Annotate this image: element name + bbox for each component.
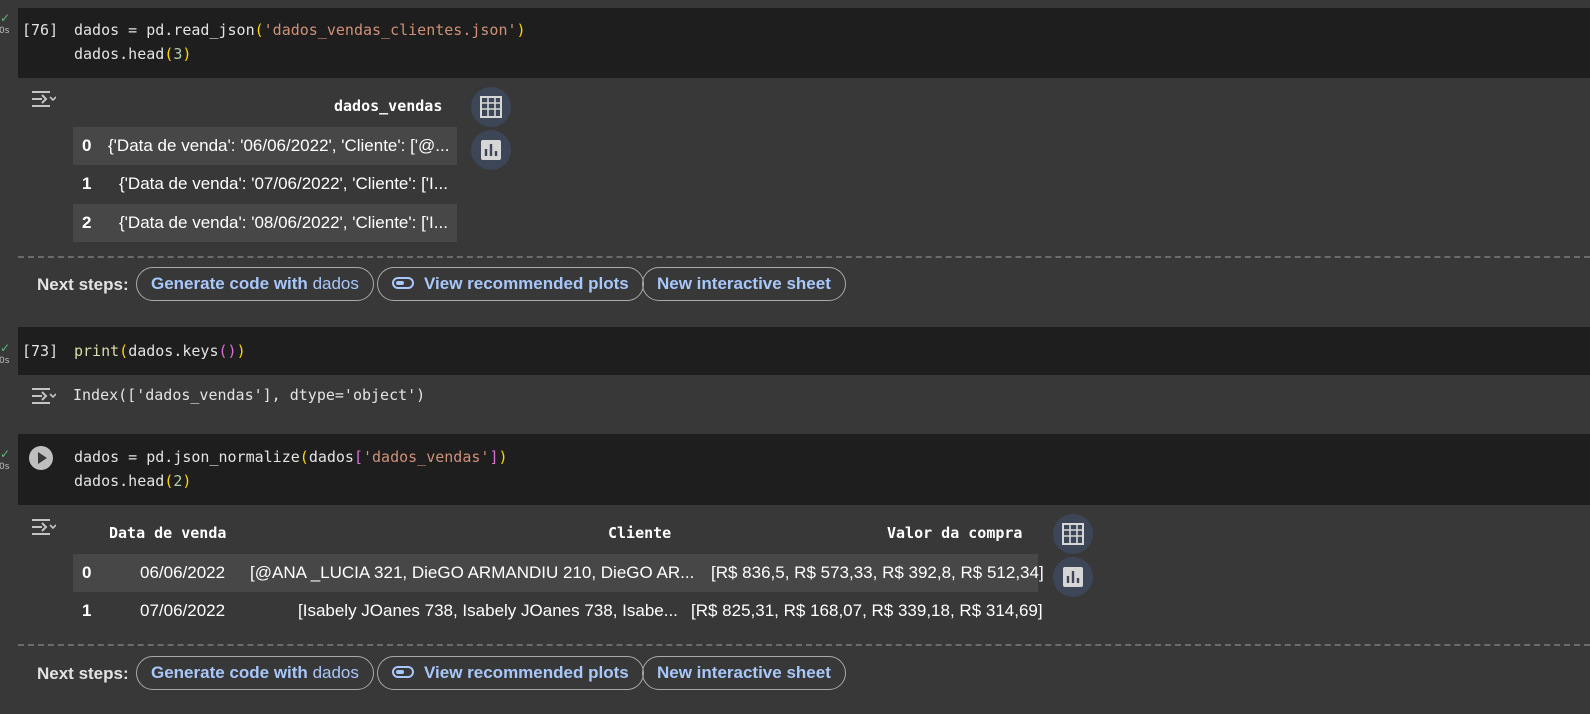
code-string: 'dados_vendas' (363, 448, 490, 466)
table-cell: {'Data de venda': '06/06/2022', 'Cliente… (108, 136, 450, 155)
code-token: ( (299, 448, 309, 466)
convert-to-table-button[interactable] (1053, 514, 1093, 554)
code-line[interactable]: dados = pd.read_json('dados_vendas_clien… (74, 21, 526, 39)
new-interactive-sheet-button[interactable]: New interactive sheet (642, 267, 846, 301)
stdout-output: Index(['dados_vendas'], dtype='object') (73, 386, 426, 404)
table-cell: {'Data de venda': '07/06/2022', 'Cliente… (119, 174, 448, 193)
code-line[interactable]: dados.head(2) (74, 472, 191, 490)
chip-label: Generate code with (151, 663, 308, 682)
table-cell-date: 06/06/2022 (140, 563, 226, 582)
convert-to-table-button[interactable] (471, 87, 511, 127)
code-token: ( (119, 342, 129, 360)
execution-count: [73] (22, 342, 59, 360)
code-token: ) (498, 448, 508, 466)
code-cell-3[interactable]: dados = pd.json_normalize(dados['dados_v… (18, 434, 1590, 505)
code-token: dados.keys (128, 342, 219, 360)
chip-label: View recommended plots (424, 663, 629, 682)
chip-variable: dados (312, 274, 359, 293)
view-recommended-plots-button[interactable]: View recommended plots (377, 656, 644, 690)
table-cell-date: 07/06/2022 (140, 601, 226, 620)
success-check-icon: ✓ (0, 447, 11, 461)
column-header-data-de-venda: Data de venda (109, 524, 227, 542)
table-icon (480, 96, 502, 118)
suggest-charts-button[interactable] (471, 130, 511, 170)
bar-chart-icon (1063, 567, 1083, 587)
code-string: 'dados_vendas_clientes.json' (263, 21, 517, 39)
code-function: print (74, 342, 120, 360)
success-check-icon: ✓ (0, 341, 11, 355)
toggle-icon (392, 665, 414, 678)
execution-count: [76] (22, 21, 59, 39)
next-steps-label: Next steps: (37, 664, 129, 683)
chip-label: New interactive sheet (657, 274, 831, 293)
code-token: () (218, 342, 237, 360)
generate-code-button[interactable]: Generate code with dados (136, 267, 374, 301)
code-token: ( (254, 21, 264, 39)
code-token: ) (182, 45, 192, 63)
run-cell-button[interactable] (29, 446, 53, 470)
table-cell-value: [R$ 825,31, R$ 168,07, R$ 339,18, R$ 314… (691, 601, 1043, 620)
table-row: 1 {'Data de venda': '07/06/2022', 'Clien… (73, 165, 457, 203)
execution-time: 0s (0, 26, 10, 36)
code-token: dados (308, 448, 354, 466)
table-row: 0 06/06/2022 [@ANA _LUCIA 321, DieGO ARM… (73, 554, 1044, 592)
table-cell-value: [R$ 836,5, R$ 573,33, R$ 392,8, R$ 512,3… (711, 563, 1044, 582)
bar-chart-icon (481, 140, 501, 160)
code-token: dados = pd.json_normalize (74, 448, 300, 466)
execution-time: 0s (0, 356, 10, 366)
code-cell-1[interactable]: [76] dados = pd.read_json('dados_vendas_… (18, 8, 1590, 78)
row-index: 1 (82, 601, 92, 620)
row-index: 0 (82, 136, 92, 155)
row-index: 2 (82, 213, 92, 232)
output-toggle-icon[interactable] (30, 516, 56, 538)
table-icon (1062, 523, 1084, 545)
chip-variable: dados (312, 663, 359, 682)
code-token: dados.head (74, 45, 165, 63)
table-row: 1 07/06/2022 [Isabely JOanes 738, Isabel… (73, 592, 1043, 630)
code-line[interactable]: print(dados.keys()) (74, 342, 246, 360)
output-toggle-icon[interactable] (30, 385, 56, 407)
toggle-icon (392, 276, 414, 289)
chip-label: Generate code with (151, 274, 308, 293)
code-token: ) (182, 472, 192, 490)
code-token: ( (164, 472, 174, 490)
column-header-dados-vendas: dados_vendas (334, 97, 443, 115)
table-cell-client: [Isabely JOanes 738, Isabely JOanes 738,… (298, 601, 678, 620)
view-recommended-plots-button[interactable]: View recommended plots (377, 267, 644, 301)
success-check-icon: ✓ (0, 11, 11, 25)
code-line[interactable]: dados.head(3) (74, 45, 191, 63)
generate-code-button[interactable]: Generate code with dados (136, 656, 374, 690)
code-token: ( (164, 45, 174, 63)
next-steps-label: Next steps: (37, 275, 129, 294)
row-index: 0 (82, 563, 92, 582)
column-header-valor-da-compra: Valor da compra (887, 524, 1023, 542)
output-toggle-icon[interactable] (30, 88, 56, 110)
code-token: ) (516, 21, 526, 39)
chip-label: View recommended plots (424, 274, 629, 293)
table-cell-client: [@ANA _LUCIA 321, DieGO ARMANDIU 210, Di… (250, 563, 695, 582)
code-cell-2[interactable]: [73] print(dados.keys()) (18, 327, 1590, 375)
row-index: 1 (82, 174, 92, 193)
suggest-charts-button[interactable] (1053, 557, 1093, 597)
table-row: 2 {'Data de venda': '08/06/2022', 'Clien… (73, 204, 457, 242)
code-token: dados.head (74, 472, 165, 490)
table-cell: {'Data de venda': '08/06/2022', 'Cliente… (119, 213, 448, 232)
new-interactive-sheet-button[interactable]: New interactive sheet (642, 656, 846, 690)
output-divider (18, 644, 1590, 646)
output-divider (18, 256, 1590, 258)
code-token: dados = pd.read_json (74, 21, 255, 39)
execution-time: 0s (0, 462, 10, 472)
code-line[interactable]: dados = pd.json_normalize(dados['dados_v… (74, 448, 508, 466)
table-row: 0 {'Data de venda': '06/06/2022', 'Clien… (73, 127, 457, 165)
column-header-cliente: Cliente (608, 524, 672, 542)
code-token: ) (236, 342, 246, 360)
chip-label: New interactive sheet (657, 663, 831, 682)
code-token: [ (353, 448, 363, 466)
